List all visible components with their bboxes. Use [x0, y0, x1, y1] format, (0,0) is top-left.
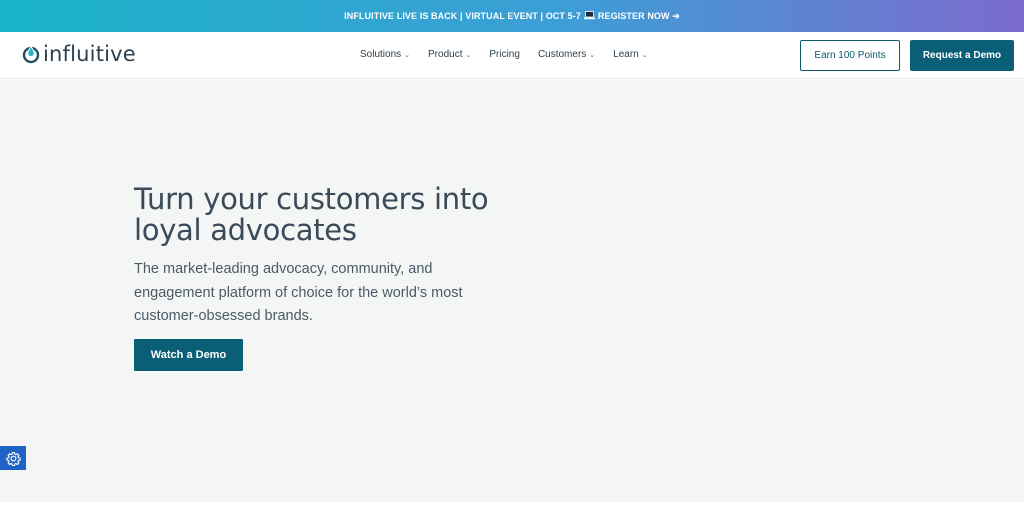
- gear-icon: [5, 451, 21, 466]
- drop-power-icon: [22, 45, 40, 64]
- chevron-down-icon: ⌄: [465, 51, 472, 59]
- hero-title: Turn your customers into loyal advocates: [134, 182, 489, 247]
- watch-demo-button[interactable]: Watch a Demo: [134, 339, 243, 371]
- laptop-icon: [583, 10, 595, 22]
- menu-item-solutions[interactable]: Solutions ⌄: [360, 49, 410, 60]
- menu-item-customers[interactable]: Customers ⌄: [538, 49, 595, 60]
- hero-section: Turn your customers into loyal advocates…: [0, 80, 1024, 502]
- menu-item-pricing[interactable]: Pricing: [489, 49, 520, 60]
- cookie-settings-button[interactable]: [0, 446, 26, 470]
- request-demo-button[interactable]: Request a Demo: [910, 40, 1014, 71]
- banner-text: INFLUITIVE LIVE IS BACK | VIRTUAL EVENT …: [344, 11, 581, 21]
- menu-item-label: Product: [428, 49, 463, 60]
- logo-text: influitive: [43, 42, 136, 66]
- menu-item-label: Pricing: [489, 49, 520, 60]
- hero-subtitle: The market-leading advocacy, community, …: [134, 261, 463, 324]
- earn-points-button[interactable]: Earn 100 Points: [800, 40, 900, 71]
- top-navigation: influitive Solutions ⌄ Product ⌄ Pricing…: [0, 32, 1024, 79]
- logo[interactable]: influitive: [22, 42, 136, 66]
- chevron-down-icon: ⌄: [589, 51, 596, 59]
- chevron-down-icon: ⌄: [641, 51, 648, 59]
- menu-item-label: Solutions: [360, 49, 402, 60]
- chevron-down-icon: ⌄: [404, 51, 411, 59]
- menu-item-label: Learn: [613, 49, 639, 60]
- menu-item-product[interactable]: Product ⌄: [428, 49, 471, 60]
- main-menu: Solutions ⌄ Product ⌄ Pricing Customers …: [360, 49, 666, 60]
- menu-item-label: Customers: [537, 49, 587, 60]
- menu-item-learn[interactable]: Learn ⌄: [613, 49, 647, 60]
- promo-banner[interactable]: INFLUITIVE LIVE IS BACK | VIRTUAL EVENT …: [0, 0, 1024, 32]
- banner-register-link[interactable]: REGISTER NOW ➔: [598, 11, 680, 22]
